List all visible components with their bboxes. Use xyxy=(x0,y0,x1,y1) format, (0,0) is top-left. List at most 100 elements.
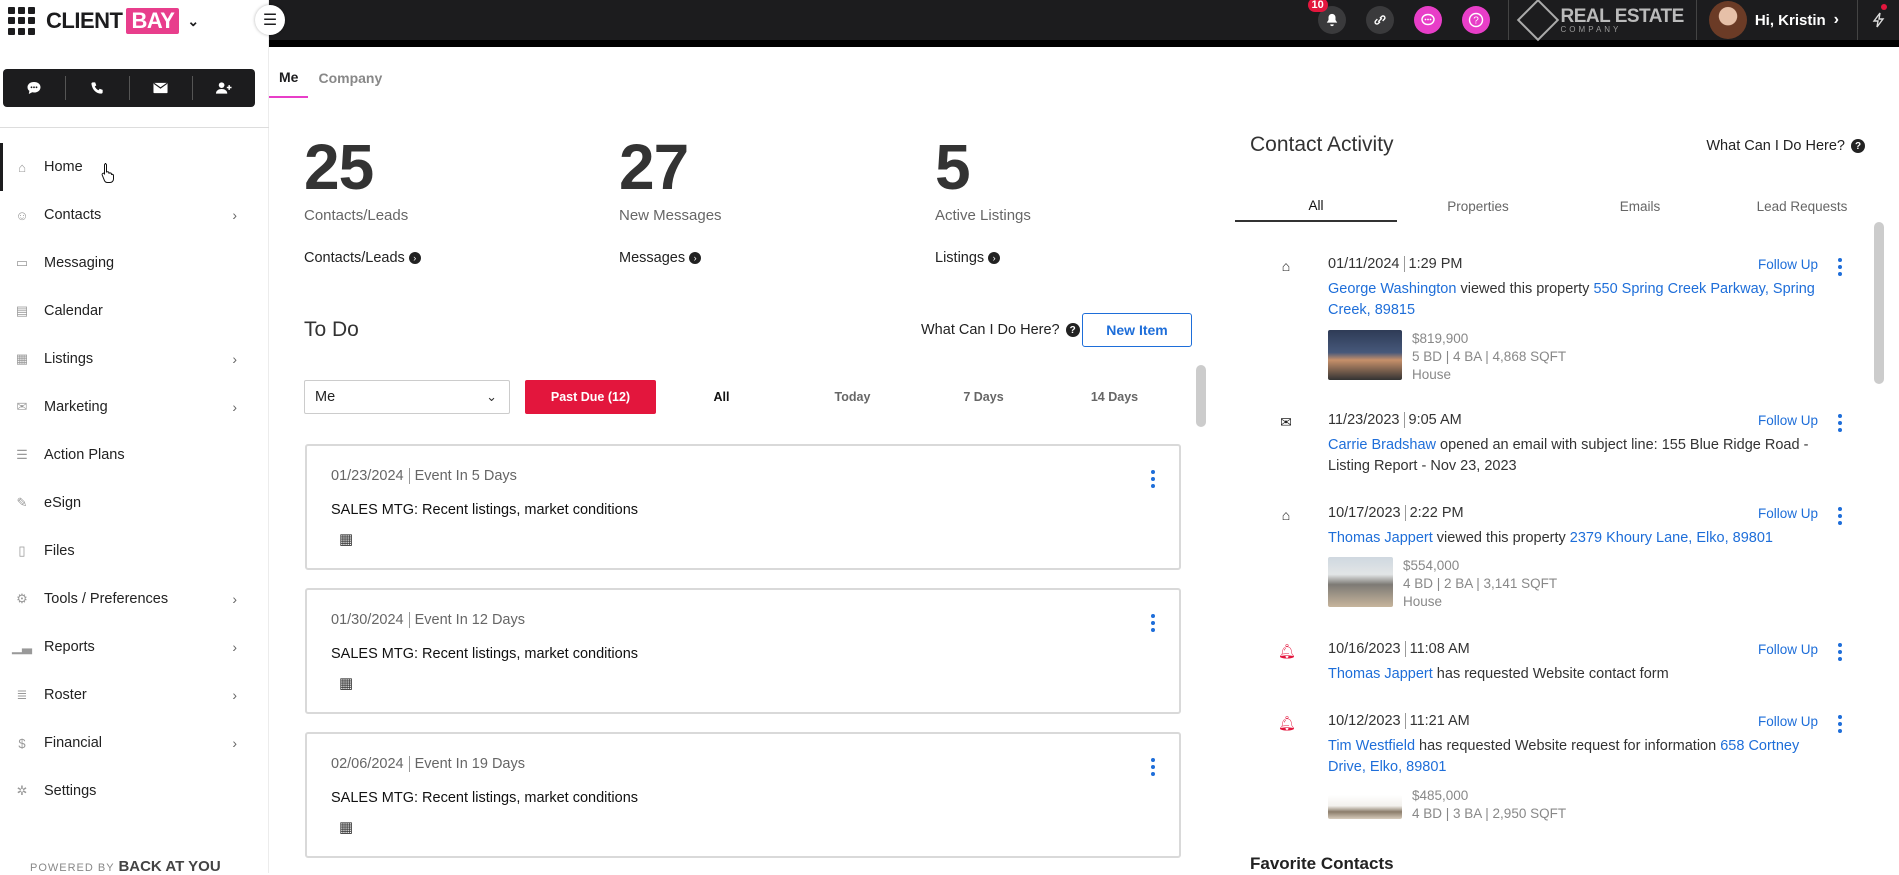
activity-help-link[interactable]: What Can I Do Here? ? xyxy=(1706,138,1865,154)
property-type: House xyxy=(1412,367,1452,382)
tab-emails[interactable]: Emails xyxy=(1559,190,1721,222)
property-price: $554,000 xyxy=(1403,558,1460,573)
filter-past-due[interactable]: Past Due (12) xyxy=(525,380,656,414)
sidebar-item-label: Files xyxy=(44,543,75,559)
tab-all[interactable]: All xyxy=(1235,190,1397,222)
company-logo: REAL ESTATE COMPANY xyxy=(1507,0,1684,42)
powered-by: POWERED BY BACK AT YOU xyxy=(30,858,221,875)
todo-help-link[interactable]: What Can I Do Here? ? xyxy=(921,322,1080,338)
activity-menu-button[interactable] xyxy=(1838,643,1842,661)
activity-action: has requested Website contact form xyxy=(1432,666,1669,682)
sidebar-item-label: Contacts xyxy=(44,207,102,223)
new-item-button[interactable]: New Item xyxy=(1082,313,1192,347)
user-menu[interactable]: Hi, Kristin › xyxy=(1695,0,1839,40)
sidebar-item-financial[interactable]: $ Financial › xyxy=(0,719,269,767)
brand-switcher[interactable]: CLIENT BAY ⌄ xyxy=(8,6,199,36)
quick-add-contact-button[interactable] xyxy=(193,76,255,100)
add-user-icon xyxy=(216,82,232,94)
sidebar-item-marketing[interactable]: ✉ Marketing › xyxy=(0,383,269,431)
todo-item-menu-button[interactable] xyxy=(1151,614,1155,632)
todo-item[interactable]: 01/23/2024 Event In 5 Days SALES MTG: Rec… xyxy=(305,444,1181,570)
files-icon: ▯ xyxy=(18,543,26,558)
tab-me[interactable]: Me xyxy=(269,58,309,98)
contact-name-link[interactable]: Carrie Bradshaw xyxy=(1328,437,1436,453)
sidebar-item-action-plans[interactable]: ☰ Action Plans xyxy=(0,431,269,479)
contact-name-link[interactable]: Thomas Jappert xyxy=(1328,530,1433,546)
sidebar-item-reports[interactable]: ▁▃ Reports › xyxy=(0,623,269,671)
activity-menu-button[interactable] xyxy=(1838,258,1842,276)
sidebar-item-messaging[interactable]: ▭ Messaging xyxy=(0,239,269,287)
sidebar-item-calendar[interactable]: ▤ Calendar xyxy=(0,287,269,335)
follow-up-link[interactable]: Follow Up xyxy=(1758,714,1818,729)
quick-chat-button[interactable] xyxy=(3,76,67,100)
follow-up-link[interactable]: Follow Up xyxy=(1758,413,1818,428)
todo-scrollbar[interactable] xyxy=(1196,365,1206,427)
tab-company[interactable]: Company xyxy=(308,58,392,98)
property-card[interactable]: $819,900 5 BD | 4 BA | 4,868 SQFT House xyxy=(1328,330,1566,384)
filter-7-days[interactable]: 7 Days xyxy=(918,380,1049,414)
chat-support-button[interactable] xyxy=(1413,6,1442,34)
sidebar-item-roster[interactable]: ≣ Roster › xyxy=(0,671,269,719)
quick-email-button[interactable] xyxy=(130,76,193,100)
todo-item-menu-button[interactable] xyxy=(1151,470,1155,488)
sidebar-item-esign[interactable]: ✎ eSign xyxy=(0,479,269,527)
contact-name-link[interactable]: Thomas Jappert xyxy=(1328,666,1433,682)
sidebar-item-files[interactable]: ▯ Files xyxy=(0,527,269,575)
stat-link-listings[interactable]: Listings › xyxy=(935,250,1235,266)
follow-up-link[interactable]: Follow Up xyxy=(1758,642,1818,657)
activity-item: ⌂ 01/11/2024 1:29 PM Follow Up George Was… xyxy=(1270,256,1860,386)
follow-up-link[interactable]: Follow Up xyxy=(1758,506,1818,521)
contact-name-link[interactable]: Tim Westfield xyxy=(1328,738,1415,754)
property-card[interactable]: $485,000 4 BD | 3 BA | 2,950 SQFT xyxy=(1328,787,1566,823)
activity-menu-button[interactable] xyxy=(1838,715,1842,733)
assignee-select[interactable]: Me ⌄ xyxy=(304,380,510,414)
app-grid-icon[interactable] xyxy=(8,7,36,35)
stat-link-messages[interactable]: Messages › xyxy=(619,250,919,266)
sidebar-item-home[interactable]: ⌂ Home xyxy=(0,143,269,191)
quick-call-button[interactable] xyxy=(66,76,130,100)
tab-lead-requests[interactable]: Lead Requests xyxy=(1721,190,1883,222)
chevron-down-icon: ⌄ xyxy=(187,12,199,29)
stat-contacts: 25 Contacts/Leads Contacts/Leads › xyxy=(304,135,604,266)
todo-item-menu-button[interactable] xyxy=(1151,758,1155,776)
filter-14-days[interactable]: 14 Days xyxy=(1049,380,1180,414)
chevron-right-icon: › xyxy=(1833,11,1839,28)
quick-actions-bolt-button[interactable] xyxy=(1857,0,1899,40)
follow-up-link[interactable]: Follow Up xyxy=(1758,257,1818,272)
chevron-right-icon: › xyxy=(232,591,237,607)
activity-menu-button[interactable] xyxy=(1838,507,1842,525)
bolt-alert-dot xyxy=(1881,4,1887,10)
sidebar-item-listings[interactable]: ▦ Listings › xyxy=(0,335,269,383)
todo-item[interactable]: 01/30/2024 Event In 12 Days SALES MTG: Re… xyxy=(305,588,1181,714)
quick-action-bar xyxy=(3,69,255,107)
calendar-icon: ▦ xyxy=(339,675,354,692)
todo-item[interactable]: 02/06/2024 Event In 19 Days SALES MTG: Re… xyxy=(305,732,1181,858)
activity-time: 11:21 AM xyxy=(1409,713,1470,729)
sidebar-item-label: Action Plans xyxy=(44,447,125,463)
stat-number: 5 xyxy=(935,131,971,203)
stat-messages: 27 New Messages Messages › xyxy=(619,135,919,266)
notifications-button[interactable]: 10 xyxy=(1307,0,1346,34)
sidebar-item-tools[interactable]: ⚙ Tools / Preferences › xyxy=(0,575,269,623)
tab-properties[interactable]: Properties xyxy=(1397,190,1559,222)
sidebar-item-label: Roster xyxy=(44,687,87,703)
arrow-circle-right-icon: › xyxy=(408,252,421,264)
links-button[interactable] xyxy=(1365,6,1394,34)
collapse-sidebar-button[interactable]: ☰ xyxy=(255,5,285,35)
chat-bubble-icon xyxy=(1420,13,1435,26)
activity-scrollbar[interactable] xyxy=(1874,222,1884,384)
activity-menu-button[interactable] xyxy=(1838,414,1842,432)
activity-action: viewed this property xyxy=(1432,530,1570,546)
filter-all[interactable]: All xyxy=(656,380,787,414)
property-card[interactable]: $554,000 4 BD | 2 BA | 3,141 SQFT House xyxy=(1328,557,1557,611)
filter-today[interactable]: Today xyxy=(787,380,918,414)
sidebar-item-contacts[interactable]: ☺ Contacts › xyxy=(0,191,269,239)
property-link[interactable]: 2379 Khoury Lane, Elko, 89801 xyxy=(1570,530,1773,546)
stat-link-contacts[interactable]: Contacts/Leads › xyxy=(304,250,604,266)
powered-by-label: POWERED BY xyxy=(30,862,115,874)
brand-logo-bay: BAY xyxy=(126,8,180,34)
sidebar-item-settings[interactable]: ✲ Settings xyxy=(0,767,269,815)
bell-icon xyxy=(1326,13,1337,27)
contact-name-link[interactable]: George Washington xyxy=(1328,281,1456,297)
help-button[interactable]: ? xyxy=(1461,6,1490,34)
